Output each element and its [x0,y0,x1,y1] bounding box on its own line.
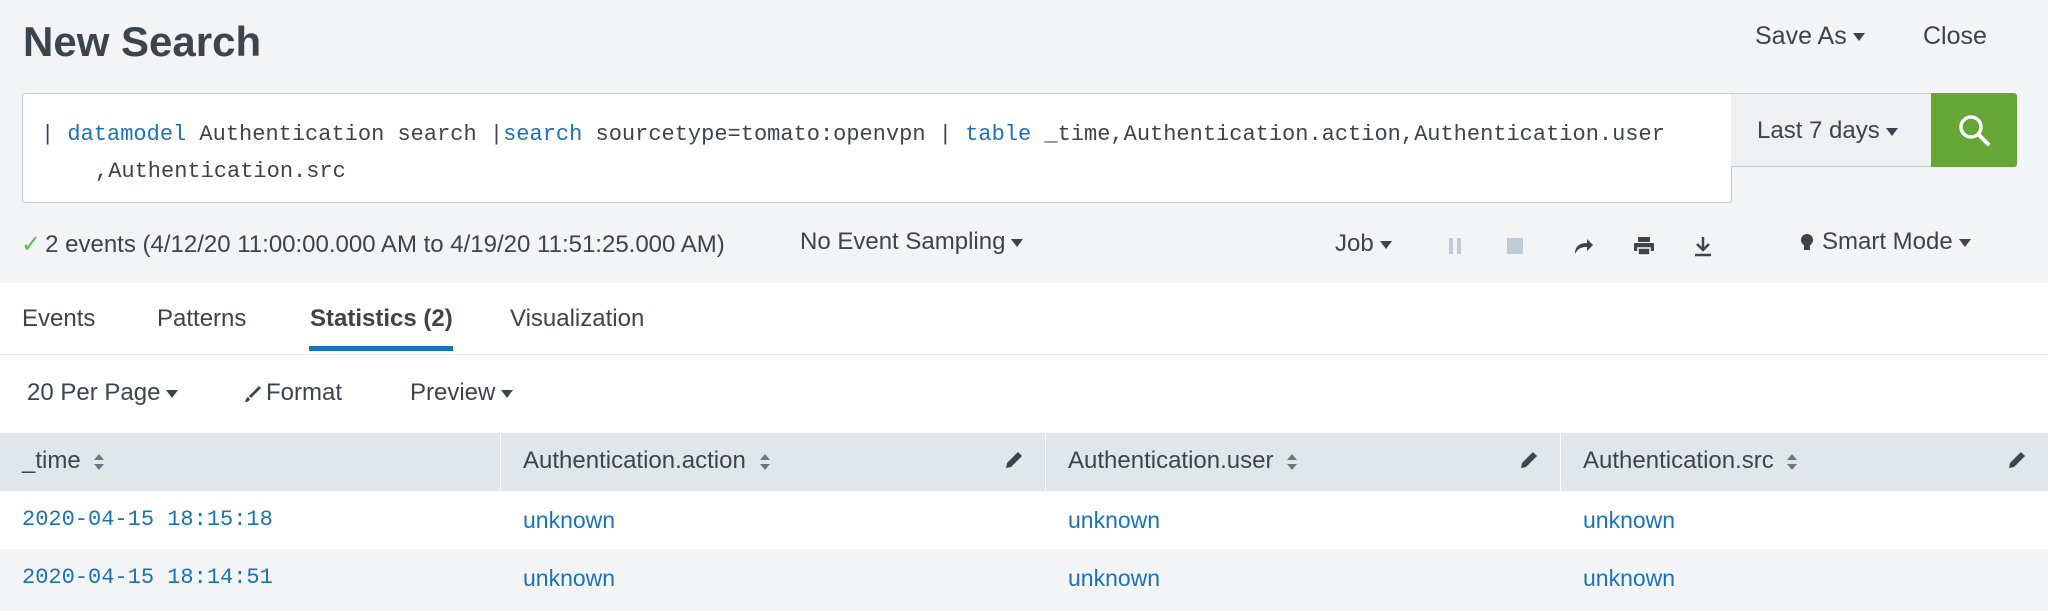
job-label: Job [1335,230,1374,257]
preview-label: Preview [410,379,496,406]
print-button[interactable] [1630,232,1658,260]
save-as-menu[interactable]: Save As [1755,22,1865,51]
column-header-label: Authentication.user [1068,447,1274,474]
pause-icon [1449,238,1461,254]
event-count-status: ✓ 2 events (4/12/20 11:00:00.000 AM to 4/… [21,230,725,259]
export-button[interactable] [1689,232,1717,260]
caret-down-icon [501,389,514,398]
column-header-src[interactable]: Authentication.src [1561,433,2048,491]
sort-icon [94,453,105,470]
share-icon [1575,239,1593,254]
column-header-label: Authentication.src [1583,447,1774,474]
column-header-label: _time [22,447,81,474]
event-sampling-menu[interactable]: No Event Sampling [800,228,1024,256]
tab-visualization[interactable]: Visualization [510,305,644,333]
pause-button[interactable] [1441,232,1469,260]
caret-down-icon [1011,238,1024,247]
brush-icon [245,385,261,402]
column-header-label: Authentication.action [523,447,746,474]
sort-icon [1287,453,1298,470]
tab-patterns[interactable]: Patterns [157,305,246,333]
cell-time[interactable]: 2020-04-15 18:15:18 [22,507,273,532]
cell-src[interactable]: unknown [1583,565,1675,592]
event-count-label: 2 events (4/12/20 11:00:00.000 AM to 4/1… [45,231,725,258]
per-page-label: 20 Per Page [27,379,161,406]
results-tabs: Events Patterns Statistics (2) Visualiza… [0,283,2048,355]
tab-statistics[interactable]: Statistics (2) [310,305,453,333]
stop-icon [1507,238,1523,254]
query-keyword: table [965,122,1032,147]
query-segment: sourcetype=tomato:openvpn | [582,122,966,147]
query-segment: | [41,122,68,147]
query-line-2: ,Authentication.src [95,159,346,184]
sampling-label: No Event Sampling [800,228,1006,255]
caret-down-icon [1852,33,1865,42]
job-status-row: ✓ 2 events (4/12/20 11:00:00.000 AM to 4/… [0,222,2048,266]
active-tab-indicator [309,346,453,351]
search-icon [1959,115,1990,146]
column-header-user[interactable]: Authentication.user [1046,433,1561,491]
tab-events[interactable]: Events [22,305,95,333]
save-as-label: Save As [1755,22,1847,50]
caret-down-icon [1885,127,1898,136]
cell-user[interactable]: unknown [1068,507,1160,534]
sort-icon [759,453,770,470]
pencil-icon[interactable] [2008,451,2026,469]
preview-menu[interactable]: Preview [410,379,514,407]
search-button[interactable] [1931,93,2017,167]
cell-time[interactable]: 2020-04-15 18:14:51 [22,565,273,590]
page-title: New Search [23,18,262,65]
per-page-menu[interactable]: 20 Per Page [27,379,179,407]
cell-action[interactable]: unknown [523,507,615,534]
print-icon [1634,237,1654,256]
time-range-picker[interactable]: Last 7 days [1731,93,1932,167]
table-header: _time Authentication.action Authenticati… [0,433,2048,491]
caret-down-icon [166,389,179,398]
pencil-icon[interactable] [1520,451,1538,469]
column-header-time[interactable]: _time [0,433,501,491]
cell-action[interactable]: unknown [523,565,615,592]
table-row: 2020-04-15 18:14:51 unknown unknown unkn… [0,549,2048,607]
share-button[interactable] [1569,232,1597,260]
format-label: Format [266,379,343,406]
close-button[interactable]: Close [1923,22,1987,51]
search-query-text[interactable]: | datamodel Authentication search |searc… [41,116,1701,190]
caret-down-icon [1958,238,1971,247]
column-header-action[interactable]: Authentication.action [501,433,1046,491]
job-menu[interactable]: Job [1335,230,1392,258]
results-toolbar: 20 Per Page Format Preview [0,355,2048,433]
time-range-label: Last 7 days [1757,117,1880,144]
format-button[interactable]: Format [244,379,342,407]
pencil-icon[interactable] [1005,451,1023,469]
query-keyword: search [503,122,583,147]
query-keyword: datamodel [67,122,187,147]
check-icon: ✓ [21,231,42,258]
query-segment: Authentication search | [186,122,504,147]
search-mode-menu[interactable]: Smart Mode [1800,228,1971,256]
search-header: New Search Save As Close [0,0,2048,92]
search-query-box[interactable]: | datamodel Authentication search |searc… [22,93,1732,203]
download-icon [1695,237,1711,257]
query-line-1: | datamodel Authentication search |searc… [41,122,1665,147]
sort-icon [1787,453,1798,470]
stop-button[interactable] [1501,232,1529,260]
query-segment: _time,Authentication.action,Authenticati… [1031,122,1665,147]
cell-user[interactable]: unknown [1068,565,1160,592]
cell-src[interactable]: unknown [1583,507,1675,534]
table-row: 2020-04-15 18:15:18 unknown unknown unkn… [0,491,2048,549]
search-mode-label: Smart Mode [1822,228,1953,255]
caret-down-icon [1379,240,1392,249]
lightbulb-icon [1801,233,1813,250]
